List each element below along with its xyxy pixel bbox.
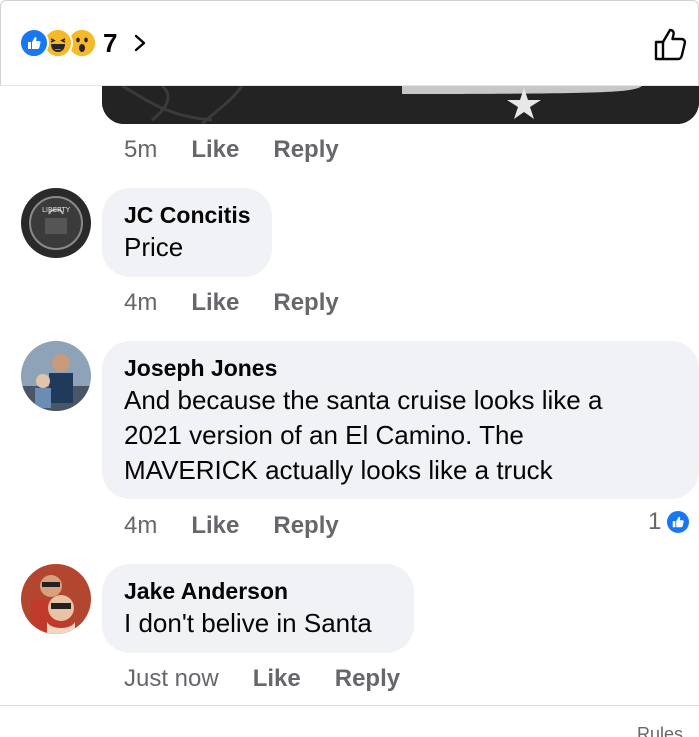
comment-actions: 4m Like Reply bbox=[124, 512, 373, 540]
comment-bubble: JC Concitis Price bbox=[102, 188, 272, 277]
reaction-count: 7 bbox=[103, 27, 118, 58]
comment-text-line: And because the santa cruise looks like … bbox=[124, 385, 603, 415]
comment-image[interactable] bbox=[102, 86, 699, 124]
like-reaction-icon bbox=[19, 28, 49, 58]
comment-author[interactable]: Joseph Jones bbox=[124, 353, 679, 383]
comment-text: Price bbox=[124, 232, 184, 262]
divider bbox=[0, 705, 699, 706]
reaction-summary[interactable]: 7 bbox=[19, 27, 149, 59]
comment-bubble: Joseph Jones And because the santa cruis… bbox=[102, 341, 699, 499]
comment-time: 4m bbox=[124, 512, 158, 539]
reactions-header: 7 bbox=[0, 0, 699, 86]
like-reaction-icon bbox=[665, 509, 692, 535]
reply-button[interactable]: Reply bbox=[273, 136, 338, 164]
comment-actions: 4m Like Reply bbox=[124, 289, 373, 317]
comment-text-line: MAVERICK actually looks like a truck bbox=[124, 455, 553, 485]
reply-button[interactable]: Reply bbox=[335, 665, 400, 693]
like-button[interactable]: Like bbox=[191, 136, 239, 164]
avatar[interactable]: LIBERTY bbox=[21, 188, 91, 258]
thumbs-up-outline-icon[interactable] bbox=[652, 25, 690, 63]
svg-text:LIBERTY: LIBERTY bbox=[42, 206, 71, 214]
comment-text-line: 2021 version of an El Camino. The bbox=[124, 420, 524, 450]
comment-actions: Just now Like Reply bbox=[124, 665, 434, 693]
comment-time: 5m bbox=[124, 136, 158, 163]
reply-button[interactable]: Reply bbox=[273, 289, 338, 317]
comment-time: Just now bbox=[124, 665, 219, 692]
reply-button[interactable]: Reply bbox=[273, 512, 338, 540]
comment-author[interactable]: JC Concitis bbox=[124, 200, 252, 230]
comment-author[interactable]: Jake Anderson bbox=[124, 576, 394, 606]
comment-bubble: Jake Anderson I don't belive in Santa bbox=[102, 564, 414, 653]
like-button[interactable]: Like bbox=[191, 512, 239, 540]
chevron-right-icon[interactable] bbox=[131, 34, 149, 52]
avatar[interactable] bbox=[21, 341, 91, 411]
comment-text: I don't belive in Santa bbox=[124, 608, 372, 638]
rules-link[interactable]: Rules bbox=[637, 724, 683, 737]
avatar[interactable] bbox=[21, 564, 91, 634]
comment-reaction-count[interactable]: 1 bbox=[648, 508, 692, 536]
like-button[interactable]: Like bbox=[191, 289, 239, 317]
comment-actions: 5m Like Reply bbox=[124, 136, 373, 164]
comment-time: 4m bbox=[124, 289, 158, 316]
like-button[interactable]: Like bbox=[253, 665, 301, 693]
like-count: 1 bbox=[648, 508, 662, 535]
